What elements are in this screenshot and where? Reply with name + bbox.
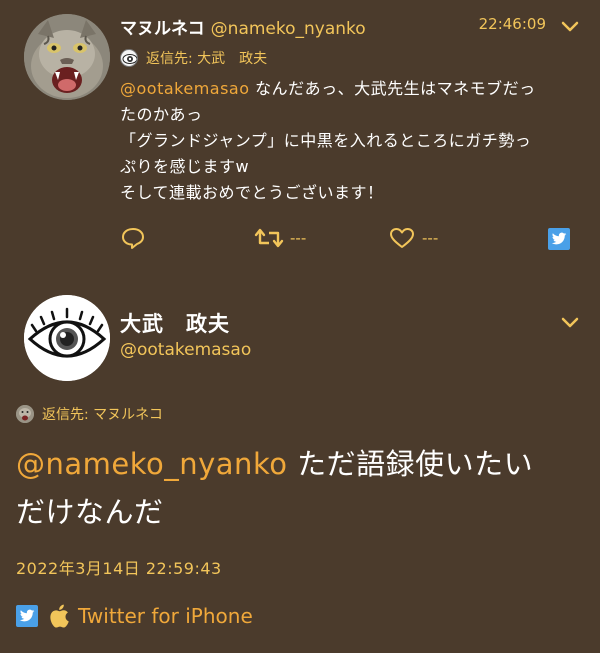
reply-button[interactable] xyxy=(120,226,146,250)
tweet-source[interactable]: Twitter for iPhone xyxy=(16,604,253,628)
reply-to-line[interactable]: 返信先: 大武 政夫 xyxy=(120,48,267,68)
main-mention-link[interactable]: @nameko_nyanko xyxy=(16,447,287,481)
manul-cat-avatar[interactable] xyxy=(24,14,110,100)
retweet-icon xyxy=(254,228,284,248)
reply-to-label: 返信先: 大武 政夫 xyxy=(146,51,268,67)
reply-line-4: ぷりを感じますw xyxy=(120,157,250,176)
speech-bubble-icon xyxy=(122,228,144,249)
tweet-date[interactable]: 2022年3月14日 22:59:43 xyxy=(16,555,222,579)
mention-link[interactable]: @ootakemasao xyxy=(120,79,250,98)
main-author-handle[interactable]: @ootakemasao xyxy=(120,340,251,360)
source-label[interactable]: Twitter for iPhone xyxy=(78,604,253,628)
main-reply-to-line[interactable]: 返信先: マヌルネコ xyxy=(16,404,163,424)
reply-tweet-text: @ootakemasao なんだあっ、大武先生はマネモブだっ たのかあっ 「グラ… xyxy=(120,76,582,206)
open-in-twitter-button[interactable] xyxy=(548,228,570,250)
eye-avatar-mini xyxy=(120,49,138,67)
manul-cat-avatar-mini xyxy=(16,405,34,423)
reply-author-name[interactable]: マヌルネコ xyxy=(120,19,205,39)
main-body-line-2: だけなんだ xyxy=(16,495,164,529)
reply-author-handle[interactable]: @nameko_nyanko xyxy=(211,19,366,39)
chevron-down-icon[interactable] xyxy=(558,14,582,38)
apple-icon xyxy=(50,604,69,628)
main-tweet-text: @nameko_nyanko ただ語録使いたい だけなんだ xyxy=(16,440,588,536)
retweet-count: --- xyxy=(290,229,307,247)
like-count: --- xyxy=(422,229,439,247)
reply-line-3: 「グランドジャンプ」に中黒を入れるところにガチ勢っ xyxy=(120,131,532,150)
retweet-button[interactable]: --- xyxy=(254,226,306,250)
main-body-line-1: ただ語録使いたい xyxy=(287,447,534,481)
reply-timestamp[interactable]: 22:46:09 xyxy=(479,15,546,33)
eye-avatar[interactable] xyxy=(24,295,110,381)
reply-line-1: なんだあっ、大武先生はマネモブだっ xyxy=(249,79,536,98)
reply-line-5: そして連載おめでとうございます！ xyxy=(120,183,384,202)
twitter-bird-icon xyxy=(548,228,570,250)
chevron-down-icon[interactable] xyxy=(558,310,582,334)
reply-tweet: マヌルネコ @nameko_nyanko 22:46:09 返信先: 大武 政夫 … xyxy=(0,0,600,270)
twitter-bird-icon xyxy=(16,605,38,627)
main-author-name[interactable]: 大武 政夫 xyxy=(120,308,230,338)
tweet-actions: --- --- xyxy=(0,226,600,254)
main-reply-to-label: 返信先: マヌルネコ xyxy=(42,407,163,423)
reply-line-2: たのかあっ xyxy=(120,105,203,124)
like-button[interactable]: --- xyxy=(388,226,438,250)
reply-tweet-header: マヌルネコ @nameko_nyanko 22:46:09 xyxy=(120,14,582,40)
heart-icon xyxy=(390,228,414,248)
